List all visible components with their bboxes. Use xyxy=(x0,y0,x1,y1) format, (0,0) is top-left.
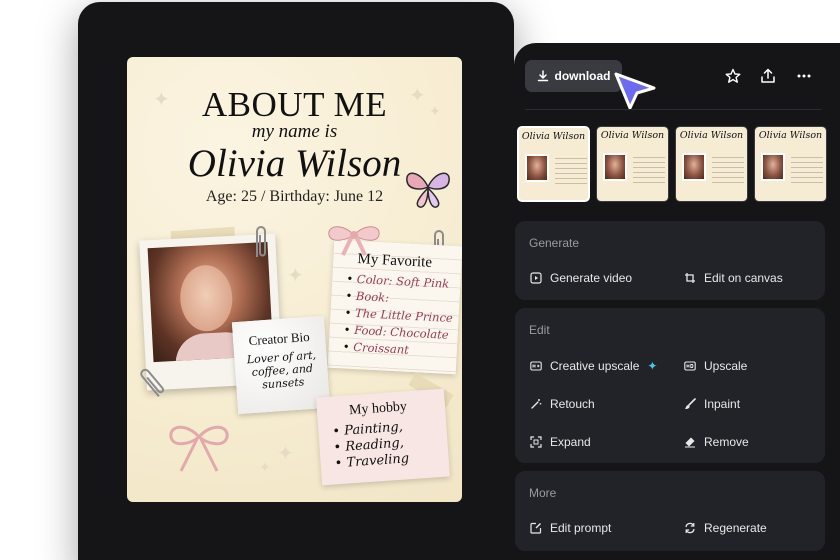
hobby-heading: My hobby xyxy=(348,399,408,419)
inpaint-button[interactable]: Inpaint xyxy=(684,397,740,411)
hobby-note: My hobby Painting, Reading, Traveling xyxy=(316,388,450,486)
share-icon[interactable] xyxy=(758,66,778,86)
poster-subtitle: my name is xyxy=(251,121,338,142)
crop-icon xyxy=(684,272,696,284)
regenerate-label: Regenerate xyxy=(704,521,767,535)
upscale-button[interactable]: Upscale xyxy=(684,359,747,373)
eraser-icon xyxy=(684,436,696,448)
brush-icon xyxy=(684,398,696,410)
poster-image[interactable]: ✦ ✦ ✦ ✦ ✦ ✦ ABOUT ME my name is Olivia W… xyxy=(127,57,462,502)
edit-section: Edit Creative upscale ✦ Upscale Retouch … xyxy=(515,308,825,463)
thumbnail-title: Olivia Wilson xyxy=(600,130,665,141)
retouch-label: Retouch xyxy=(550,397,595,411)
thumbnail-3[interactable]: Olivia Wilson xyxy=(675,126,748,202)
sparkle-icon: ✦ xyxy=(277,443,294,465)
thumbnail-title: Olivia Wilson xyxy=(521,131,586,142)
generate-video-button[interactable]: Generate video xyxy=(530,271,632,285)
section-title-more: More xyxy=(529,486,557,500)
poster-title: ABOUT ME xyxy=(201,85,388,124)
bio-text: Lover of art, coffee, and sunsets xyxy=(246,348,317,392)
hd-plus-icon xyxy=(530,360,542,372)
more-icon[interactable] xyxy=(794,66,814,86)
creative-upscale-label: Creative upscale xyxy=(550,359,640,373)
favorites-note: My Favorite Color: Soft Pink Book: The L… xyxy=(327,239,462,375)
edit-on-canvas-button[interactable]: Edit on canvas xyxy=(684,271,783,285)
expand-label: Expand xyxy=(550,435,591,449)
upscale-label: Upscale xyxy=(704,359,748,373)
remove-label: Remove xyxy=(704,435,749,449)
play-icon xyxy=(530,272,542,284)
thumbnail-title: Olivia Wilson xyxy=(679,130,744,141)
pointer-cursor-icon xyxy=(614,72,656,110)
thumbnail-title: Olivia Wilson xyxy=(758,130,823,141)
ribbon-bow-icon xyxy=(328,226,380,256)
paperclip-icon xyxy=(256,226,266,257)
thumbnail-2[interactable]: Olivia Wilson xyxy=(596,126,669,202)
expand-icon xyxy=(530,436,542,448)
remove-button[interactable]: Remove xyxy=(684,435,749,449)
generate-video-label: Generate video xyxy=(550,271,633,285)
retouch-button[interactable]: Retouch xyxy=(530,397,595,411)
sparkle-icon: ✦ xyxy=(287,265,304,287)
download-icon xyxy=(537,70,548,82)
download-button[interactable]: download xyxy=(525,60,622,92)
expand-button[interactable]: Expand xyxy=(530,435,591,449)
download-label: download xyxy=(554,69,611,83)
edit-prompt-icon xyxy=(530,522,542,534)
creative-upscale-button[interactable]: Creative upscale ✦ xyxy=(530,359,657,373)
regenerate-button[interactable]: Regenerate xyxy=(684,521,767,535)
sparkle-icon: ✦ xyxy=(647,359,658,373)
thumbnail-strip: Olivia Wilson Olivia Wilson Olivia Wilso… xyxy=(517,126,827,202)
regenerate-icon xyxy=(684,522,696,534)
edit-prompt-button[interactable]: Edit prompt xyxy=(530,521,611,535)
edit-on-canvas-label: Edit on canvas xyxy=(704,271,783,285)
ribbon-bow-icon xyxy=(169,425,229,472)
more-section: More Edit prompt Regenerate xyxy=(515,471,825,551)
section-title-generate: Generate xyxy=(529,236,580,250)
bio-heading: Creator Bio xyxy=(248,328,311,349)
inpaint-label: Inpaint xyxy=(704,397,741,411)
star-icon[interactable] xyxy=(723,66,743,86)
magic-wand-icon xyxy=(530,398,542,410)
butterfly-icon xyxy=(406,172,450,208)
edit-prompt-label: Edit prompt xyxy=(550,521,612,535)
thumbnail-4[interactable]: Olivia Wilson xyxy=(754,126,827,202)
sparkle-icon: ✦ xyxy=(259,459,271,475)
thumbnail-1[interactable]: Olivia Wilson xyxy=(517,126,590,202)
divider xyxy=(525,109,821,110)
generate-section: Generate Generate video Edit on canvas xyxy=(515,221,825,300)
hd-icon xyxy=(684,360,696,372)
section-title-edit: Edit xyxy=(529,323,550,337)
